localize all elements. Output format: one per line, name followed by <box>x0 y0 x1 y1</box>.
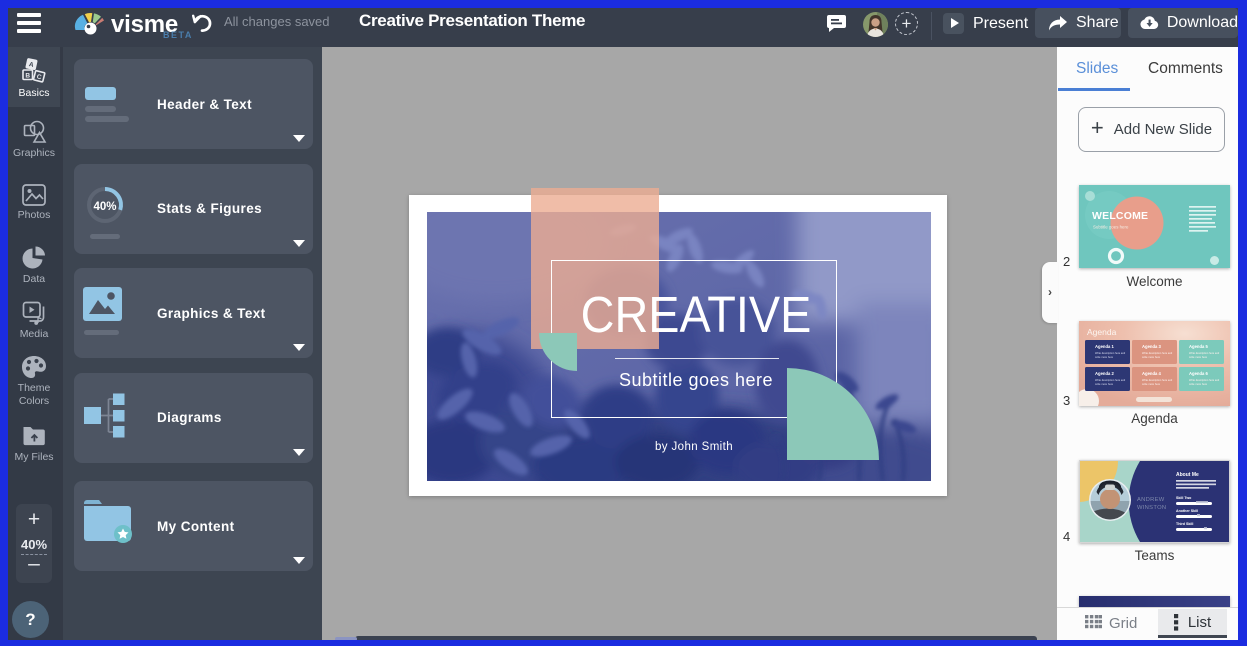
svg-text:Agenda: Agenda <box>1087 327 1117 337</box>
svg-text:write more here: write more here <box>1142 355 1161 359</box>
svg-text:write more here: write more here <box>1095 382 1114 386</box>
svg-text:About Me: About Me <box>1176 472 1199 478</box>
svg-text:C: C <box>36 73 43 81</box>
svg-text:Skill Two: Skill Two <box>1176 496 1192 500</box>
svg-text:40%: 40% <box>93 201 116 213</box>
svg-text:Write description here and: Write description here and <box>1189 351 1220 355</box>
svg-text:write more here: write more here <box>1189 355 1208 359</box>
svg-text:Write description here and: Write description here and <box>1095 378 1126 382</box>
svg-text:write more here: write more here <box>1095 355 1114 359</box>
svg-text:Write description here and: Write description here and <box>1095 351 1126 355</box>
svg-text:Write description here and: Write description here and <box>1189 378 1220 382</box>
svg-text:Agenda 3: Agenda 3 <box>1142 344 1162 349</box>
svg-text:WELCOME: WELCOME <box>1092 210 1148 222</box>
svg-text:write more here: write more here <box>1142 382 1161 386</box>
svg-text:ANDREW: ANDREW <box>1137 497 1165 503</box>
svg-text:write more here: write more here <box>1189 382 1208 386</box>
svg-text:B: B <box>25 73 30 80</box>
svg-text:Agenda 4: Agenda 4 <box>1142 371 1162 376</box>
svg-text:Agenda 6: Agenda 6 <box>1189 371 1209 376</box>
svg-text:Write description here and: Write description here and <box>1142 378 1173 382</box>
svg-text:Write description here and: Write description here and <box>1142 351 1173 355</box>
svg-text:WINSTON: WINSTON <box>1137 505 1166 511</box>
svg-text:Third Skill: Third Skill <box>1176 522 1193 526</box>
svg-text:Agenda 2: Agenda 2 <box>1095 371 1115 376</box>
svg-text:Agenda 1: Agenda 1 <box>1095 344 1115 349</box>
svg-text:Agenda 5: Agenda 5 <box>1189 344 1209 349</box>
svg-text:Subtitle goes here: Subtitle goes here <box>1093 225 1129 230</box>
svg-text:Another Skill: Another Skill <box>1176 509 1198 513</box>
